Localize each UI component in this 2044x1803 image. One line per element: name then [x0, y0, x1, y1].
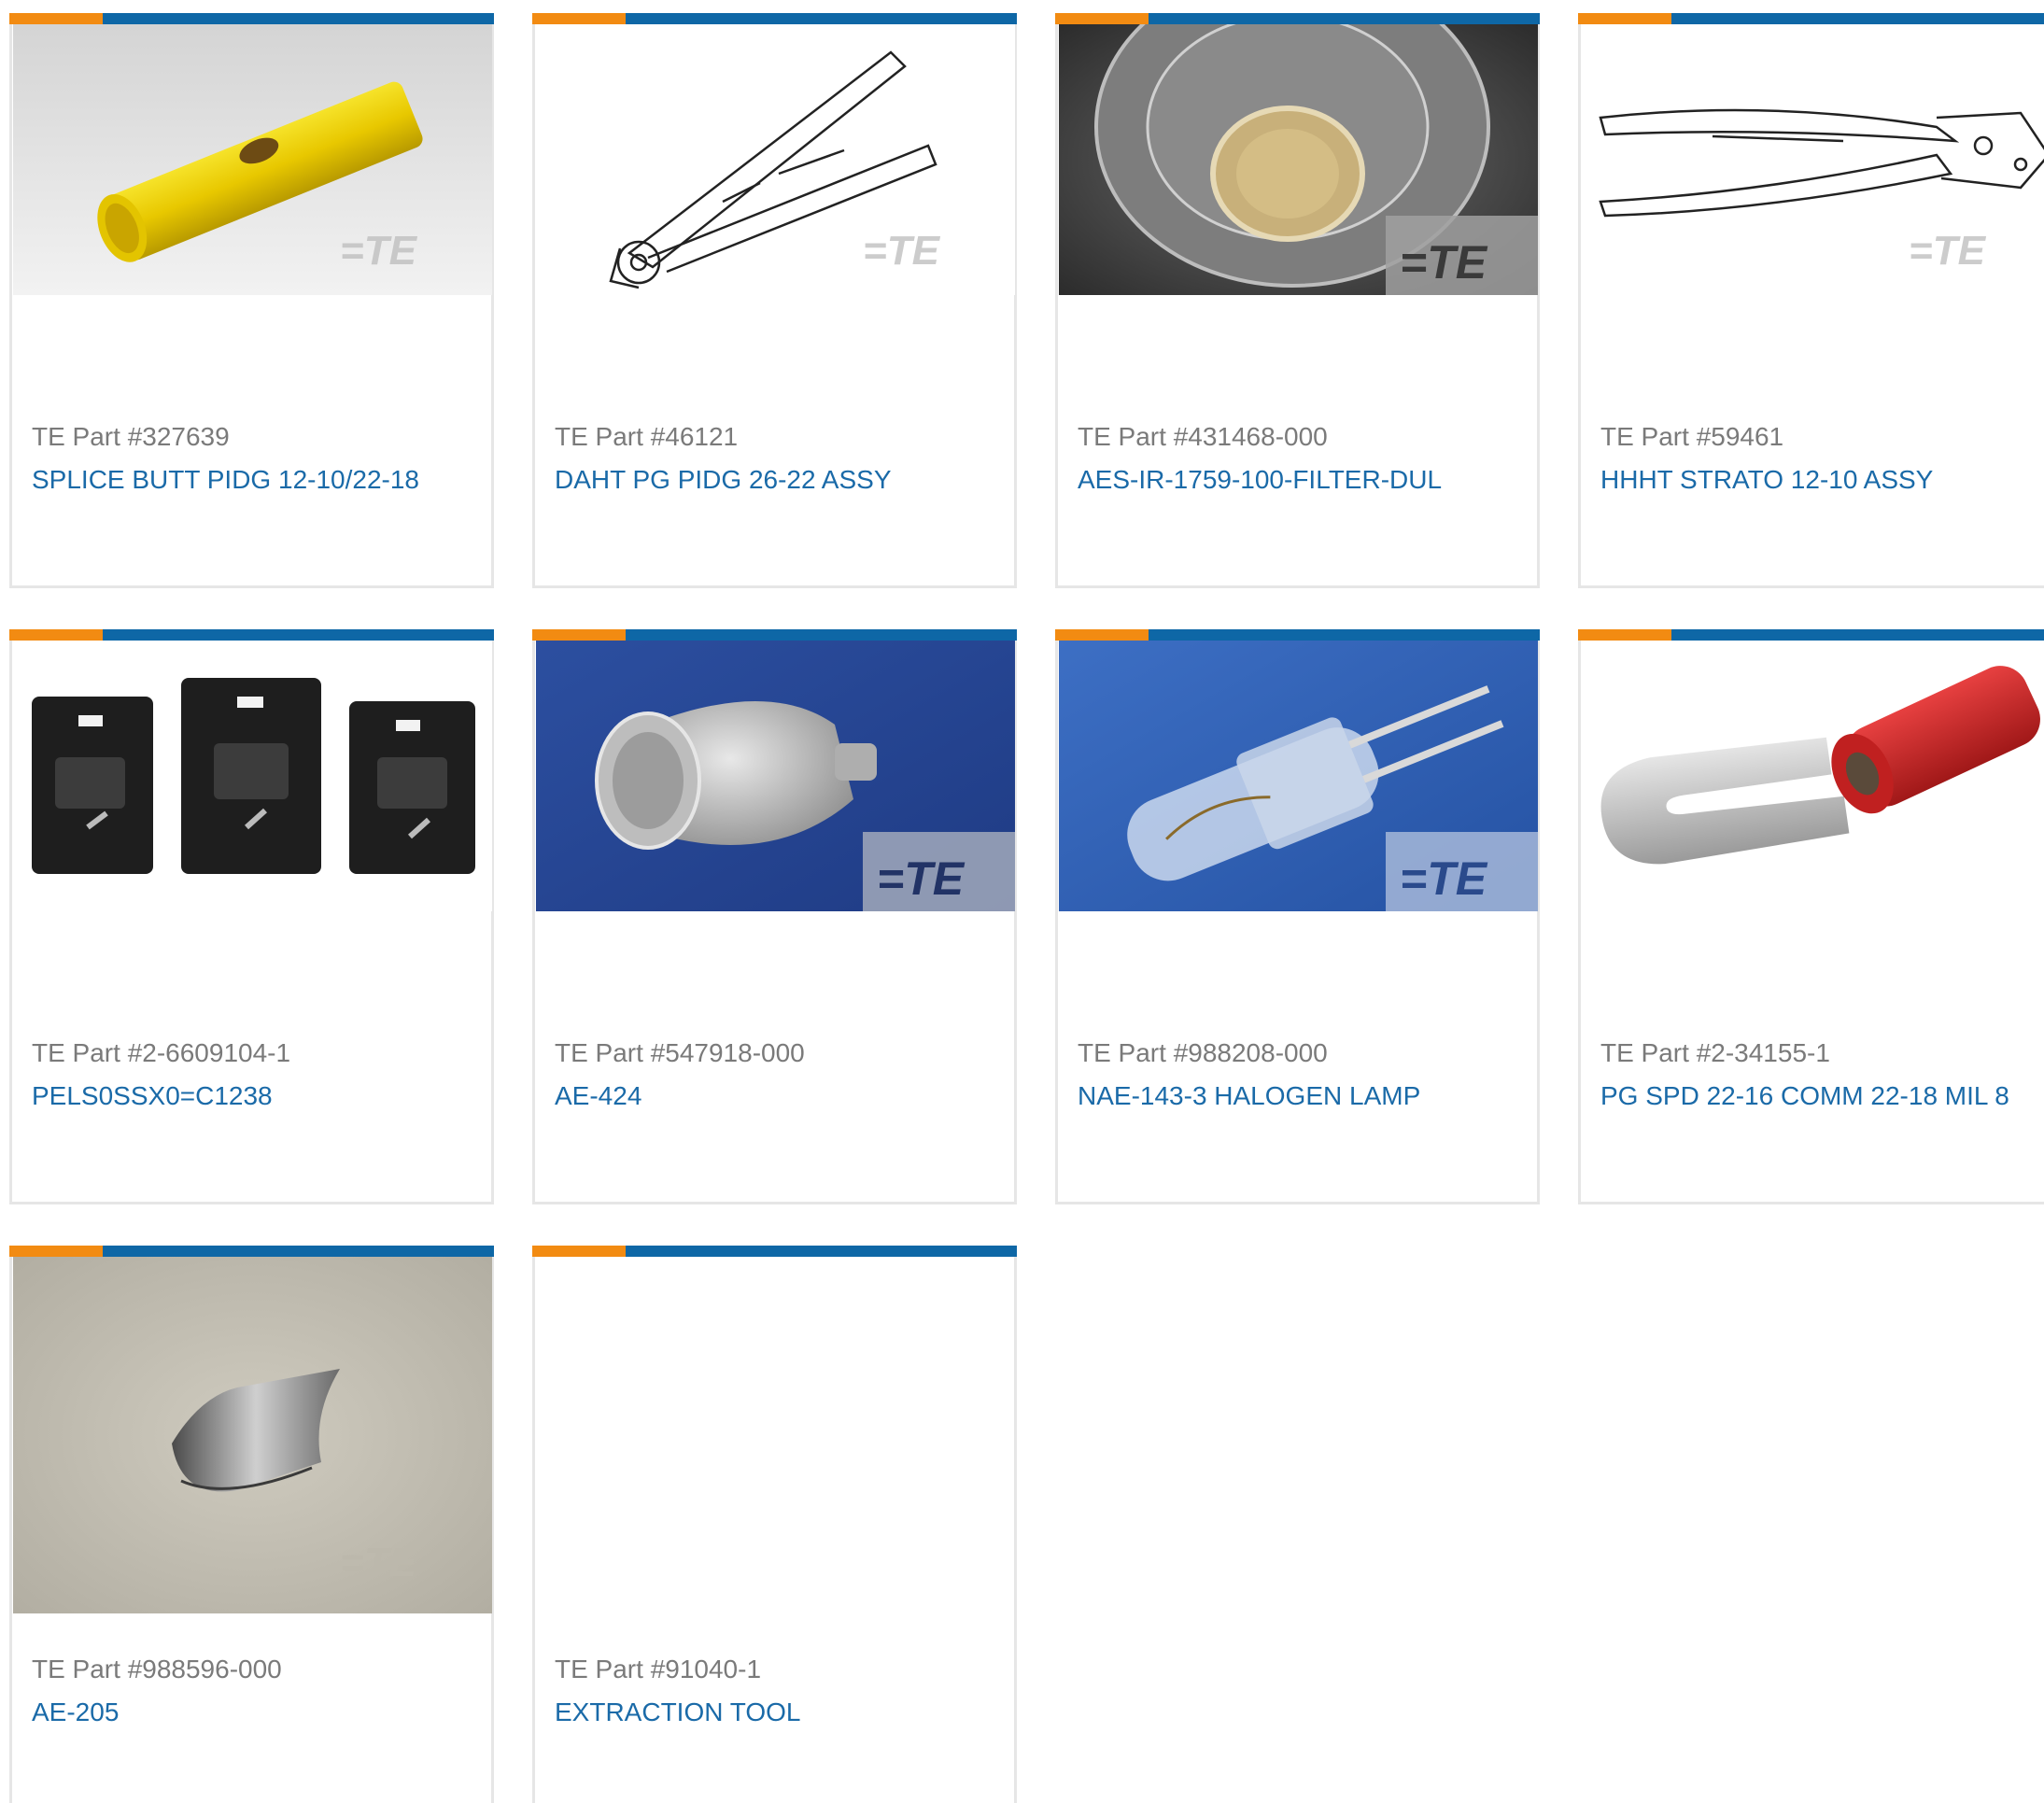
part-number: TE Part #327639 [32, 422, 230, 451]
card-top-bar [1055, 13, 1540, 24]
part-number: TE Part #91040-1 [555, 1655, 762, 1683]
svg-text:=TE: =TE [340, 228, 418, 274]
product-card[interactable]: TE Part #2-34155-1 PG SPD 22-16 COMM 22-… [1578, 629, 2044, 1204]
card-accent [9, 13, 103, 24]
product-description-link[interactable]: AE-424 [555, 1081, 641, 1111]
part-number: TE Part #2-34155-1 [1600, 1038, 1830, 1067]
product-card[interactable]: =TE TE Part #988596-000 AE-205 [9, 1246, 494, 1803]
product-card[interactable]: =TE TE Part #431468-000 AES-IR-1759-100-… [1055, 13, 1540, 588]
red-spade-terminal-image[interactable] [1582, 641, 2044, 911]
card-top-bar [532, 13, 1017, 24]
product-description-link[interactable]: AES-IR-1759-100-FILTER-DUL [1078, 465, 1442, 495]
part-number: TE Part #988596-000 [32, 1655, 282, 1683]
svg-text:=TE: =TE [340, 1540, 418, 1585]
glass-filter-image[interactable]: =TE [1059, 24, 1538, 295]
product-card[interactable]: =TE TE Part #59461 HHHT STRATO 12-10 ASS… [1578, 13, 2044, 588]
svg-text:=TE: =TE [1400, 236, 1488, 289]
card-top-bar [1578, 13, 2044, 24]
card-accent [1055, 629, 1149, 641]
metal-cap-image[interactable]: =TE [536, 641, 1015, 911]
product-description-link[interactable]: SPLICE BUTT PIDG 12-10/22-18 [32, 465, 419, 495]
part-number: TE Part #59461 [1600, 422, 1784, 451]
product-card[interactable]: TE Part #2-6609104-1 PELS0SSX0=C1238 [9, 629, 494, 1204]
yellow-butt-splice-image[interactable]: =TE [13, 24, 492, 295]
product-card[interactable]: =TE TE Part #988208-000 NAE-143-3 HALOGE… [1055, 629, 1540, 1204]
part-number: TE Part #988208-000 [1078, 1038, 1328, 1067]
product-description-link[interactable]: DAHT PG PIDG 26-22 ASSY [555, 465, 892, 495]
curved-metal-shield-image[interactable]: =TE [13, 1257, 492, 1613]
card-top-bar [1578, 629, 2044, 641]
part-number: TE Part #46121 [555, 422, 739, 451]
product-card[interactable]: =TE TE Part #46121 DAHT PG PIDG 26-22 AS… [532, 13, 1017, 588]
product-card[interactable]: =TE TE Part #547918-000 AE-424 [532, 629, 1017, 1204]
part-number: TE Part #2-6609104-1 [32, 1038, 291, 1067]
product-description-link[interactable]: AE-205 [32, 1697, 119, 1727]
product-description-link[interactable]: EXTRACTION TOOL [555, 1697, 800, 1727]
product-description-link[interactable]: HHHT STRATO 12-10 ASSY [1600, 465, 1933, 495]
card-top-bar [532, 1246, 1017, 1257]
power-entry-modules-image[interactable] [13, 641, 492, 911]
halogen-lamp-image[interactable]: =TE [1059, 641, 1538, 911]
card-accent [532, 1246, 626, 1257]
card-accent [1055, 13, 1149, 24]
product-description-link[interactable]: PG SPD 22-16 COMM 22-18 MIL 8 [1600, 1081, 2009, 1111]
card-accent [532, 13, 626, 24]
card-top-bar [532, 629, 1017, 641]
card-accent [1578, 629, 1671, 641]
card-top-bar [9, 629, 494, 641]
svg-text:=TE: =TE [1909, 228, 1987, 274]
card-accent [9, 1246, 103, 1257]
product-grid: =TE TE Part #327639 SPLICE BUTT PIDG 12-… [0, 0, 2044, 1803]
hand-crimp-tool-drawing-image[interactable]: =TE [1582, 24, 2044, 295]
product-card[interactable]: =TE TE Part #327639 SPLICE BUTT PIDG 12-… [9, 13, 494, 588]
product-card[interactable]: TE Part #91040-1 EXTRACTION TOOL [532, 1246, 1017, 1803]
card-accent [532, 629, 626, 641]
part-number: TE Part #431468-000 [1078, 422, 1328, 451]
card-accent [1578, 13, 1671, 24]
part-number: TE Part #547918-000 [555, 1038, 805, 1067]
svg-text:=TE: =TE [863, 228, 941, 274]
crimp-tool-drawing-image[interactable]: =TE [536, 24, 1015, 295]
card-top-bar [9, 13, 494, 24]
card-accent [9, 629, 103, 641]
product-description-link[interactable]: NAE-143-3 HALOGEN LAMP [1078, 1081, 1420, 1111]
product-description-link[interactable]: PELS0SSX0=C1238 [32, 1081, 273, 1111]
card-top-bar [9, 1246, 494, 1257]
card-top-bar [1055, 629, 1540, 641]
svg-text:=TE: =TE [877, 852, 966, 905]
svg-text:=TE: =TE [1400, 852, 1488, 905]
